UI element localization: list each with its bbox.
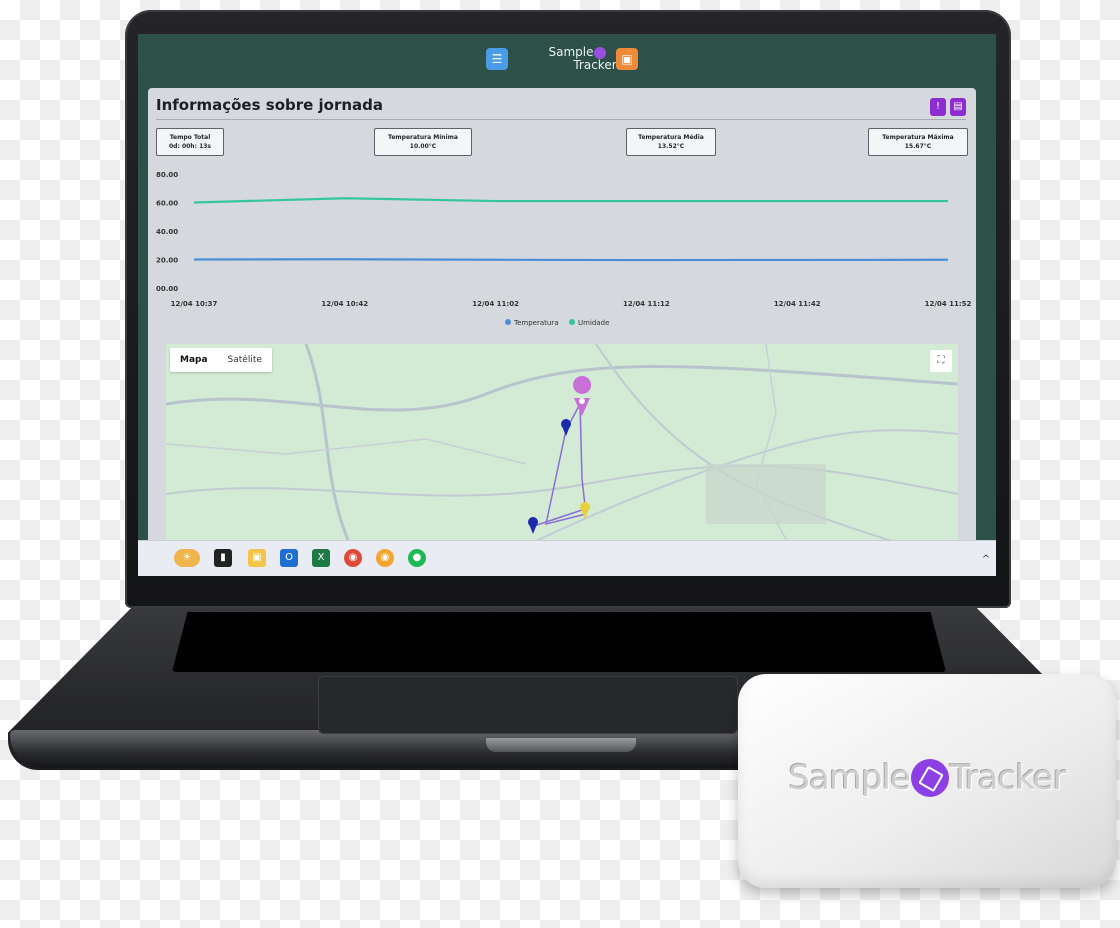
series-line — [193, 258, 949, 262]
tab-map[interactable]: Mapa — [170, 348, 218, 372]
info-button[interactable]: ! — [930, 98, 946, 116]
waypoint-pin-icon[interactable] — [561, 419, 571, 436]
legend-marker — [569, 319, 575, 325]
y-tick-label: 80.00 — [156, 171, 178, 179]
stat-max-temp: Temperatura Máxima 15.67°C — [868, 128, 968, 156]
y-tick-label: 00.00 — [156, 285, 178, 293]
laptop-screen: ☰ Sample Tracker ▣ Informações sobre jor… — [138, 34, 996, 576]
page-title: Informações sobre jornada — [156, 96, 384, 114]
line-chart: 80.00 60.00 40.00 20.00 00.00 12/04 10:37 12/0… — [148, 160, 976, 330]
print-button[interactable]: ▤ — [950, 98, 966, 116]
spotify-icon[interactable]: ● — [408, 549, 426, 567]
laptop-trackpad — [318, 676, 738, 734]
device-brand-left: Sample — [788, 758, 910, 798]
excel-icon[interactable]: X — [312, 549, 330, 567]
laptop-keyboard — [172, 612, 946, 672]
tracker-device: Sample Tracker — [738, 674, 1116, 888]
stat-value: 13.52°C — [657, 143, 685, 150]
legend-label: Umidade — [578, 319, 609, 327]
x-tick-label: 12/04 10:37 — [171, 300, 218, 308]
series-line — [193, 197, 948, 204]
stat-label: Temperatura Máxima — [882, 134, 954, 141]
logo-word-sample: Sample — [548, 45, 594, 59]
chart-svg: 80.00 60.00 40.00 20.00 00.00 12/04 10:37 12/0… — [156, 171, 972, 327]
outlook-icon[interactable]: O — [280, 549, 298, 567]
alert-pin-icon[interactable] — [580, 502, 590, 519]
app-header: ☰ Sample Tracker ▣ — [138, 34, 996, 86]
stat-avg-temp: Temperatura Média 13.52°C — [626, 128, 716, 156]
weather-icon[interactable]: ☀ — [174, 549, 200, 567]
browser-icon[interactable]: ◉ — [376, 549, 394, 567]
map-type-tabs: Mapa Satélite — [170, 348, 272, 372]
journey-panel: Informações sobre jornada ! ▤ Tempo Tota… — [148, 88, 976, 576]
stat-min-temp: Temperatura Mínima 10.00°C — [374, 128, 472, 156]
x-tick-label: 12/04 10:42 — [321, 300, 368, 308]
stat-label: Temperatura Mínima — [388, 134, 458, 141]
chrome-icon[interactable]: ◉ — [344, 549, 362, 567]
x-tick-label: 12/04 11:02 — [472, 300, 519, 308]
tab-satellite[interactable]: Satélite — [218, 348, 272, 372]
start-pin-icon[interactable] — [528, 517, 538, 534]
stat-value: 0d: 00h: 13s — [169, 143, 211, 150]
stat-label: Temperatura Média — [638, 134, 704, 141]
chevron-up-icon[interactable]: ^ — [980, 551, 992, 569]
x-tick-label: 12/04 11:12 — [623, 300, 670, 308]
file-explorer-icon[interactable]: ▣ — [248, 549, 266, 567]
stat-label: Tempo Total — [169, 134, 211, 141]
x-tick-label: 12/04 11:52 — [925, 300, 972, 308]
destination-pin-icon[interactable] — [573, 376, 592, 416]
y-tick-label: 60.00 — [156, 200, 178, 208]
stat-value: 10.00°C — [409, 143, 437, 150]
wifi-icon[interactable]: ☰ — [486, 48, 508, 70]
legend-label: Temperatura — [513, 319, 558, 327]
divider — [156, 119, 966, 120]
device-brand-right: Tracker — [949, 758, 1067, 798]
os-taskbar: ☀ ▮ ▣ O X ◉ ◉ ● ^ — [138, 540, 996, 576]
stat-total-time: Tempo Total 0d: 00h: 13s — [156, 128, 224, 156]
logout-icon[interactable]: ▣ — [616, 48, 638, 70]
laptop-lid-notch — [486, 738, 636, 752]
task-view-icon[interactable]: ▮ — [214, 549, 232, 567]
y-tick-label: 20.00 — [156, 257, 178, 265]
device-logo: Sample Tracker — [738, 758, 1116, 798]
stat-value: 15.67°C — [904, 143, 932, 150]
device-logo-mark-icon — [910, 759, 949, 797]
legend-marker — [505, 319, 511, 325]
y-tick-label: 40.00 — [156, 228, 178, 236]
logo-mark-icon — [593, 46, 606, 59]
fullscreen-icon[interactable]: ⛶ — [930, 350, 952, 372]
x-tick-label: 12/04 11:42 — [774, 300, 821, 308]
